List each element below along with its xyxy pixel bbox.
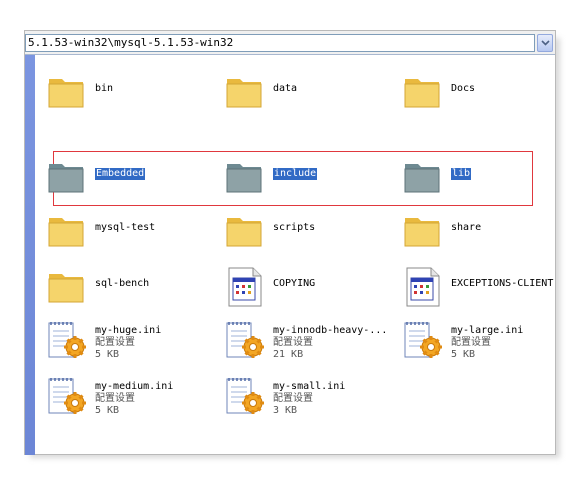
file-size: 5 KB: [95, 349, 120, 360]
folder-icon: [226, 79, 262, 108]
document-icon: [406, 267, 440, 307]
item-label: share: [451, 222, 482, 233]
config-file-icon: [226, 378, 264, 414]
address-input[interactable]: 5.1.53-win32\mysql-5.1.53-win32: [25, 34, 535, 52]
folder-icon: [404, 164, 440, 193]
file-name: my-large.ini: [451, 325, 524, 336]
item-label: EXCEPTIONS-CLIENT: [451, 278, 554, 289]
file-size: 3 KB: [273, 405, 298, 416]
folder-icon: [48, 218, 84, 247]
item-label: Embedded: [95, 168, 146, 180]
file-item-exceptions-client[interactable]: EXCEPTIONS-CLIENT: [401, 264, 571, 316]
item-label: my-medium.ini 配置设置 5 KB: [95, 381, 173, 417]
file-item-my-huge-ini[interactable]: my-huge.ini 配置设置 5 KB: [45, 317, 215, 369]
folder-icon: [404, 218, 440, 247]
config-file-icon: [48, 378, 86, 414]
folder-item-include[interactable]: include: [223, 154, 393, 206]
file-type: 配置设置: [451, 337, 491, 348]
config-file-icon: [226, 322, 264, 358]
file-item-my-large-ini[interactable]: my-large.ini 配置设置 5 KB: [401, 317, 571, 369]
file-type: 配置设置: [95, 393, 135, 404]
item-label: mysql-test: [95, 222, 156, 233]
folder-icon: [226, 218, 262, 247]
folder-item-sql-bench[interactable]: sql-bench: [45, 264, 215, 316]
item-label: my-huge.ini 配置设置 5 KB: [95, 325, 161, 361]
file-type: 配置设置: [95, 337, 135, 348]
file-type: 配置设置: [273, 393, 313, 404]
folder-item-embedded[interactable]: Embedded: [45, 154, 215, 206]
file-name: my-huge.ini: [95, 325, 162, 336]
item-label: scripts: [273, 222, 316, 233]
file-name: my-innodb-heavy-...: [273, 325, 388, 336]
folder-icon: [226, 164, 262, 193]
item-label: my-large.ini 配置设置 5 KB: [451, 325, 523, 361]
address-dropdown-button[interactable]: [537, 34, 553, 52]
item-label: sql-bench: [95, 278, 150, 289]
folder-icon: [48, 164, 84, 193]
file-size: 21 KB: [273, 349, 304, 360]
item-label: lib: [451, 168, 472, 180]
folder-icon: [48, 79, 84, 108]
folder-item-mysql-test[interactable]: mysql-test: [45, 208, 215, 260]
item-label: COPYING: [273, 278, 316, 289]
file-item-my-medium-ini[interactable]: my-medium.ini 配置设置 5 KB: [45, 373, 215, 425]
folder-icon: [48, 274, 84, 303]
file-item-my-small-ini[interactable]: my-small.ini 配置设置 3 KB: [223, 373, 393, 425]
address-bar: 5.1.53-win32\mysql-5.1.53-win32: [25, 31, 555, 55]
folder-item-scripts[interactable]: scripts: [223, 208, 393, 260]
folder-item-docs[interactable]: Docs: [401, 69, 571, 121]
folder-icon: [404, 79, 440, 108]
item-label: data: [273, 83, 298, 94]
item-label: Docs: [451, 83, 476, 94]
item-label: bin: [95, 83, 114, 94]
document-icon: [228, 267, 262, 307]
task-pane: [25, 55, 35, 455]
item-label: my-small.ini 配置设置 3 KB: [273, 381, 345, 417]
chevron-down-icon: [541, 40, 550, 46]
file-item-my-innodb-heavy[interactable]: my-innodb-heavy-... 配置设置 21 KB: [223, 317, 393, 369]
folder-item-data[interactable]: data: [223, 69, 393, 121]
folder-item-bin[interactable]: bin: [45, 69, 215, 121]
folder-item-share[interactable]: share: [401, 208, 571, 260]
file-size: 5 KB: [451, 349, 476, 360]
item-label: include: [273, 168, 318, 180]
file-name: my-small.ini: [273, 381, 346, 392]
file-view: bin data Docs Embedded include lib mysql…: [35, 55, 555, 454]
config-file-icon: [404, 322, 442, 358]
config-file-icon: [48, 322, 86, 358]
file-type: 配置设置: [273, 337, 313, 348]
explorer-window: 5.1.53-win32\mysql-5.1.53-win32 bin data: [24, 30, 556, 455]
file-item-copying[interactable]: COPYING: [223, 264, 393, 316]
folder-item-lib[interactable]: lib: [401, 154, 571, 206]
file-size: 5 KB: [95, 405, 120, 416]
file-name: my-medium.ini: [95, 381, 174, 392]
item-label: my-innodb-heavy-... 配置设置 21 KB: [273, 325, 387, 361]
